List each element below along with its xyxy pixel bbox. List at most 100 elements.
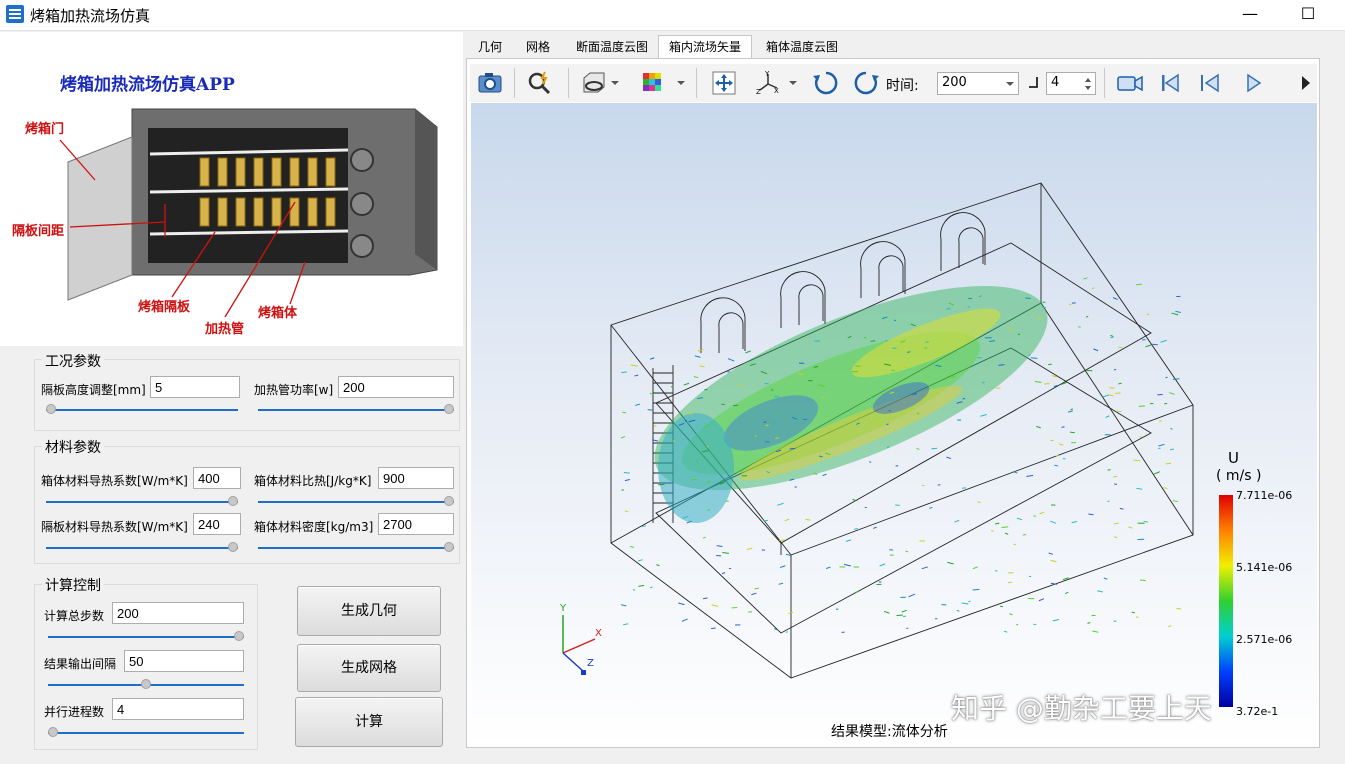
total-steps-slider[interactable] — [48, 630, 244, 644]
slider-knob[interactable] — [48, 727, 58, 737]
label-door: 烤箱门 — [25, 122, 65, 137]
body-rho-slider[interactable] — [258, 541, 454, 555]
result-caption: 结果模型:流体分析 — [831, 724, 948, 740]
shelf-height-slider[interactable] — [46, 403, 238, 417]
colorbar — [1219, 495, 1233, 707]
stepper-arrows-icon[interactable] — [1083, 75, 1093, 93]
flow-vector-canvas[interactable]: Y X Z U ( m/s ) 7.711e-06 5.141e-06 2.57… — [471, 103, 1317, 746]
watermark: 知乎 @勤杂工要上天 — [951, 692, 1212, 725]
time-label: 时间: — [886, 78, 919, 94]
heater-power-slider[interactable] — [258, 403, 454, 417]
colorbar-unit: ( m/s ) — [1216, 468, 1262, 484]
generate-mesh-button[interactable]: 生成网格 — [297, 644, 441, 692]
camera-icon[interactable] — [474, 68, 506, 98]
body-rho-label: 箱体材料密度[kg/m3] — [254, 520, 374, 534]
title-bar: 烤箱加热流场仿真 — ☐ — [0, 0, 1345, 31]
colorbar-max: 7.711e-06 — [1236, 489, 1293, 502]
display-mode-icon[interactable] — [578, 68, 610, 98]
rotate-cw-icon[interactable] — [810, 68, 842, 98]
body-k-label: 箱体材料导热系数[W/m*K] — [41, 474, 188, 488]
tab-section-temperature[interactable]: 断面温度云图 — [566, 36, 658, 58]
colorbar-tick-3: 2.571e-06 — [1236, 633, 1293, 646]
shelf-k-input[interactable] — [193, 513, 241, 535]
step-icon — [1029, 77, 1038, 88]
tab-geometry[interactable]: 几何 — [470, 36, 510, 58]
parallel-input[interactable] — [112, 698, 244, 720]
label-spacing: 隔板间距 — [12, 224, 65, 239]
shelf-k-label: 隔板材料导热系数[W/m*K] — [41, 520, 188, 534]
color-map-icon[interactable] — [638, 68, 670, 98]
label-heater: 加热管 — [205, 322, 245, 337]
parallel-slider[interactable] — [48, 726, 244, 740]
slider-knob[interactable] — [444, 404, 454, 414]
total-steps-label: 计算总步数 — [44, 609, 105, 623]
slider-knob[interactable] — [234, 631, 244, 641]
body-rho-input[interactable] — [378, 513, 454, 535]
heater-power-label: 加热管功率[w] — [254, 383, 334, 397]
shelf-height-label: 隔板高度调整[mm] — [41, 383, 146, 397]
tab-mesh[interactable]: 网格 — [518, 36, 558, 58]
chevron-down-icon[interactable] — [786, 68, 800, 98]
minimize-button[interactable]: — — [1230, 2, 1270, 28]
maximize-button[interactable]: ☐ — [1288, 2, 1328, 28]
slider-knob[interactable] — [46, 404, 56, 414]
oven-illustration: 烤箱加热流场仿真APP 烤箱门 隔板间距 烤箱隔板 加热管 烤箱体 — [0, 32, 463, 346]
axis-z-label: Z — [587, 658, 594, 669]
shelf-height-input[interactable] — [150, 376, 240, 398]
rotate-ccw-icon[interactable] — [850, 68, 882, 98]
oven-drawing — [59, 108, 438, 318]
step-value: 4 — [1051, 75, 1060, 90]
zoom-icon[interactable] — [524, 68, 556, 98]
shelf-k-slider[interactable] — [46, 541, 238, 555]
fit-view-icon[interactable] — [708, 68, 740, 98]
output-interval-input[interactable] — [124, 650, 244, 672]
material-params-title: 材料参数 — [42, 437, 104, 457]
body-cp-label: 箱体材料比热[J/kg*K] — [254, 474, 372, 488]
heater-power-input[interactable] — [338, 376, 454, 398]
viewer-toolbar: Y X Z 时间: 200 4 — [470, 64, 1317, 102]
tab-body-temperature[interactable]: 箱体温度云图 — [756, 36, 848, 58]
slider-knob[interactable] — [444, 542, 454, 552]
svg-text:Z: Z — [756, 88, 761, 96]
total-steps-input[interactable] — [112, 602, 244, 624]
body-cp-slider[interactable] — [258, 495, 454, 509]
axis-y-label: Y — [560, 603, 567, 614]
parallel-label: 并行进程数 — [44, 705, 105, 719]
window-title: 烤箱加热流场仿真 — [30, 7, 151, 25]
compute-button[interactable]: 计算 — [295, 697, 443, 747]
record-video-icon[interactable] — [1114, 68, 1146, 98]
slider-knob[interactable] — [444, 496, 454, 506]
output-interval-slider[interactable] — [48, 678, 244, 692]
output-interval-label: 结果输出间隔 — [44, 657, 117, 671]
body-k-slider[interactable] — [46, 495, 238, 509]
operating-params-title: 工况参数 — [42, 351, 104, 371]
label-shelf: 烤箱隔板 — [138, 300, 191, 315]
chevron-down-icon — [1006, 82, 1014, 86]
body-cp-input[interactable] — [378, 467, 454, 489]
tab-flow-vectors[interactable]: 箱内流场矢量 — [658, 35, 752, 59]
colorbar-min: 3.72e-1 — [1236, 705, 1279, 718]
label-body: 烤箱体 — [258, 306, 298, 321]
slider-knob[interactable] — [228, 542, 238, 552]
generate-geometry-button[interactable]: 生成几何 — [297, 586, 441, 636]
flow-vector-plot — [562, 182, 1194, 679]
chevron-down-icon[interactable] — [674, 68, 688, 98]
previous-frame-icon[interactable] — [1194, 68, 1226, 98]
axes-orientation-icon[interactable]: Y X Z — [752, 68, 784, 98]
step-stepper[interactable]: 4 — [1046, 72, 1096, 95]
svg-text:Y: Y — [764, 70, 770, 78]
slider-knob[interactable] — [141, 679, 151, 689]
colorbar-tick-2: 5.141e-06 — [1236, 561, 1293, 574]
app-icon — [6, 5, 24, 23]
axis-x-label: X — [595, 628, 602, 639]
body-k-input[interactable] — [193, 467, 241, 489]
slider-knob[interactable] — [228, 496, 238, 506]
time-select[interactable]: 200 — [937, 72, 1019, 95]
play-icon[interactable] — [1238, 68, 1270, 98]
svg-text:X: X — [774, 87, 779, 95]
compute-control-title: 计算控制 — [42, 575, 104, 595]
first-frame-icon[interactable] — [1154, 68, 1186, 98]
chevron-down-icon[interactable] — [608, 68, 622, 98]
more-tools-icon[interactable] — [1296, 68, 1316, 98]
colorbar-title: U — [1228, 449, 1239, 467]
